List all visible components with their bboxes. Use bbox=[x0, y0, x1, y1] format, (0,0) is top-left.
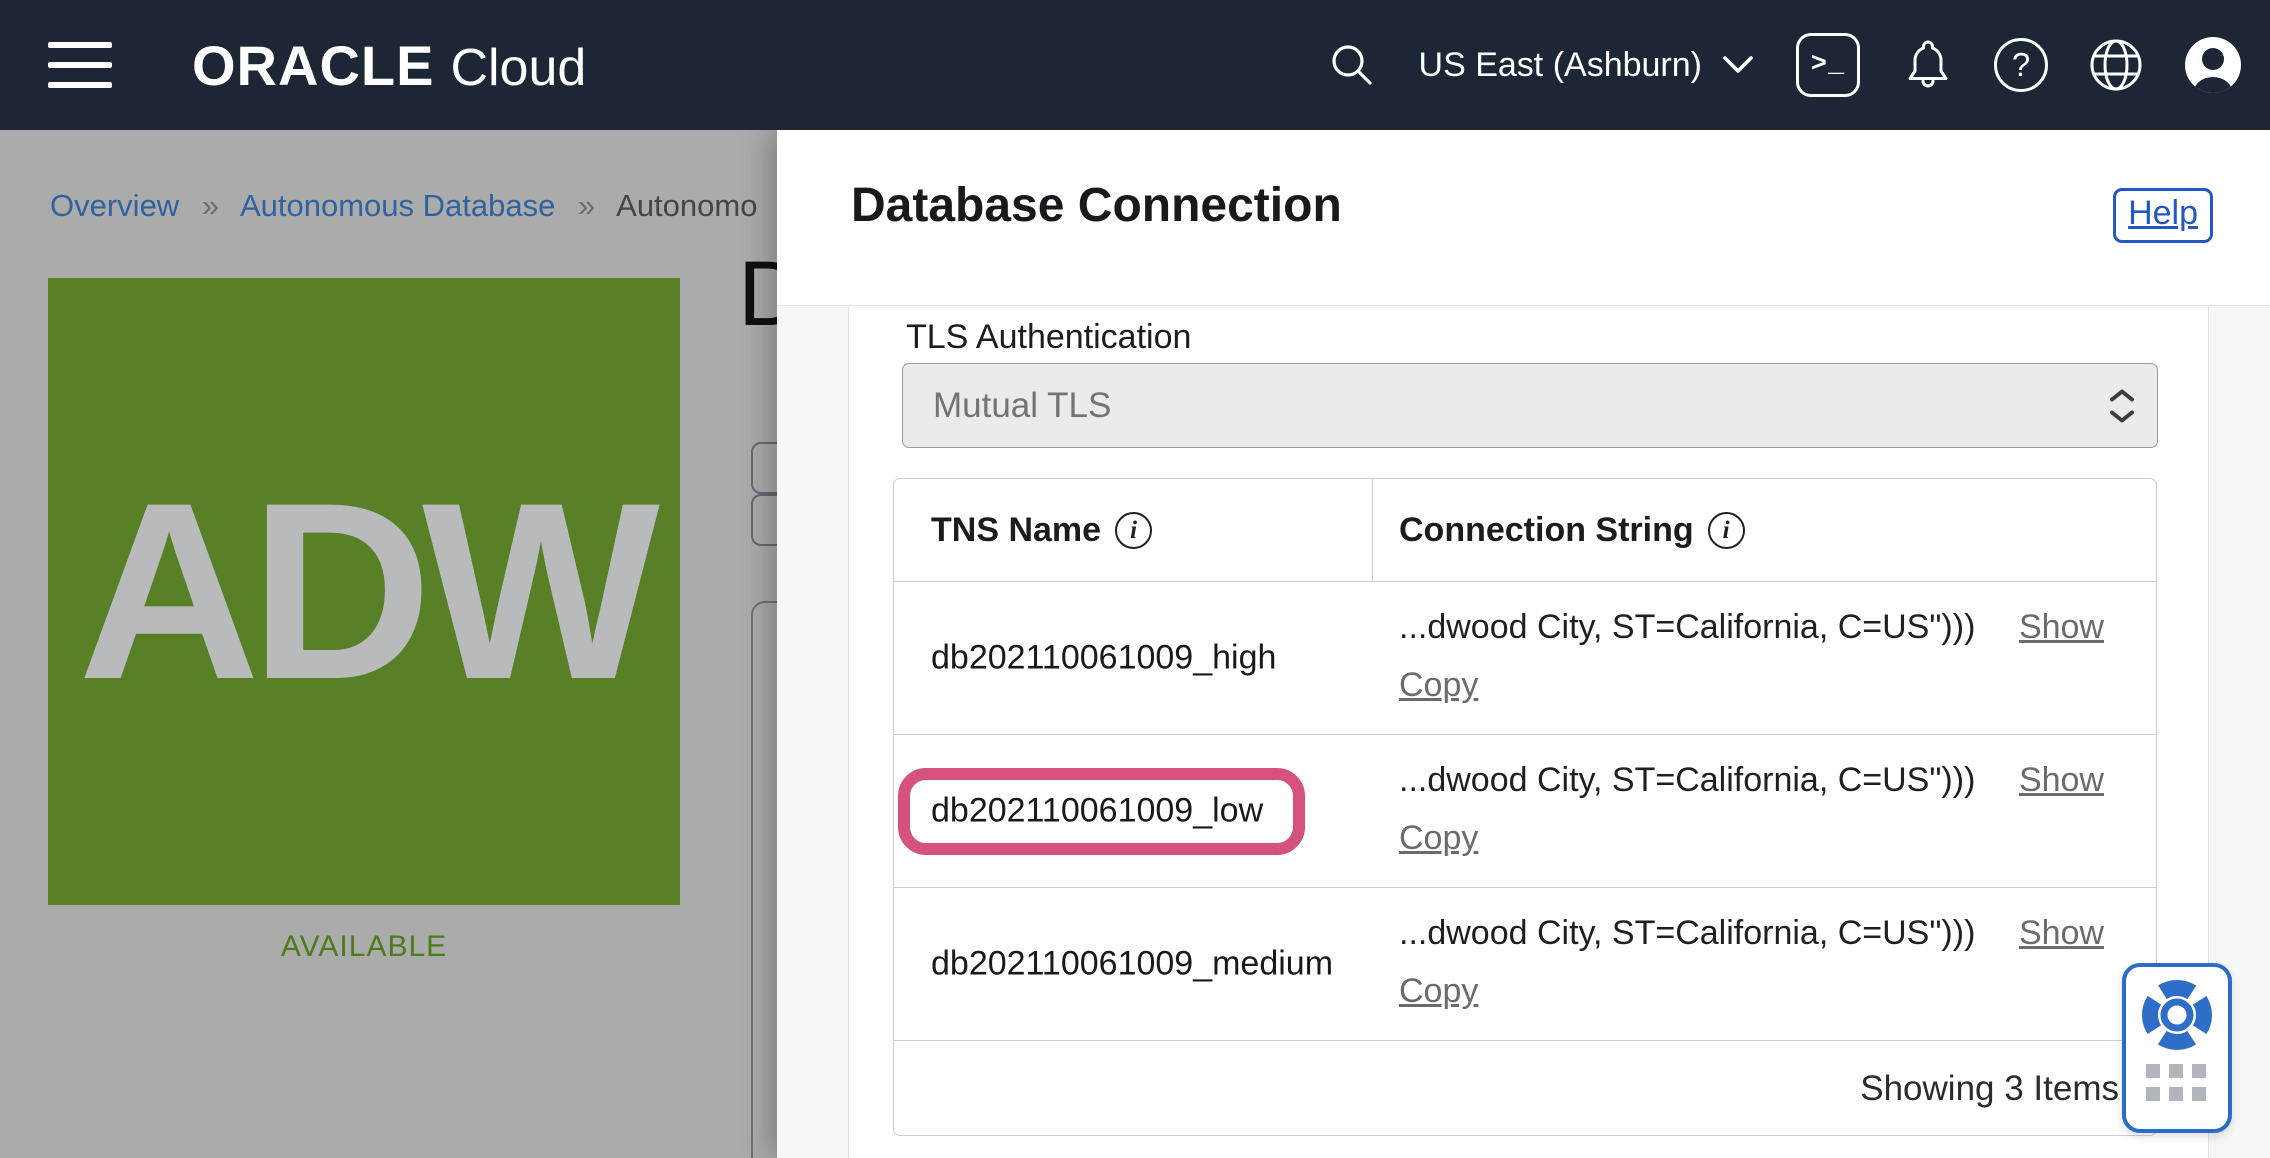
tns-name-value: db202110061009_high bbox=[931, 638, 1277, 677]
item-count: Showing 3 Items bbox=[1860, 1069, 2119, 1108]
region-selector[interactable]: US East (Ashburn) bbox=[1419, 46, 1754, 85]
logo-oracle-text: ORACLE bbox=[192, 33, 435, 97]
info-icon[interactable]: i bbox=[1707, 512, 1745, 549]
show-link[interactable]: Show bbox=[2019, 914, 2104, 953]
table-row: db202110061009_low ...dwood City, ST=Cal… bbox=[894, 735, 2156, 888]
info-icon[interactable]: i bbox=[1115, 512, 1153, 549]
column-header-connection-string: Connection String i bbox=[1399, 479, 1745, 582]
logo-cloud-text: Cloud bbox=[450, 38, 587, 97]
tls-authentication-select[interactable]: Mutual TLS bbox=[902, 363, 2158, 448]
connection-string-cell: ...dwood City, ST=California, C=US"))) S… bbox=[1399, 888, 2104, 1040]
show-link[interactable]: Show bbox=[2019, 761, 2104, 800]
status-badge: AVAILABLE bbox=[280, 930, 448, 963]
copy-link[interactable]: Copy bbox=[1399, 819, 1478, 857]
connection-string-value: ...dwood City, ST=California, C=US"))) bbox=[1399, 761, 1976, 799]
panel-header: Database Connection Help bbox=[777, 130, 2270, 305]
panel-body: TLS Authentication Mutual TLS TNS Name i… bbox=[777, 305, 2270, 1158]
column-divider bbox=[1372, 479, 1373, 582]
search-icon[interactable] bbox=[1329, 42, 1375, 88]
connection-string-value: ...dwood City, ST=California, C=US"))) bbox=[1399, 914, 1976, 952]
breadcrumb-current: Autonomo bbox=[616, 188, 758, 223]
drag-handle-grid-icon bbox=[2146, 1064, 2208, 1101]
table-footer: Showing 3 Items bbox=[894, 1041, 2156, 1137]
adw-database-tile: ADW bbox=[48, 278, 680, 905]
help-link[interactable]: Help bbox=[2113, 188, 2213, 243]
tls-authentication-label: TLS Authentication bbox=[906, 318, 1192, 356]
tns-name-value: db202110061009_medium bbox=[931, 944, 1334, 983]
show-link[interactable]: Show bbox=[2019, 608, 2104, 647]
breadcrumb: Overview » Autonomous Database » Autonom… bbox=[50, 188, 757, 224]
database-connection-panel: Database Connection Help TLS Authenticat… bbox=[777, 130, 2270, 1158]
panel-left-gutter bbox=[777, 306, 849, 1158]
table-header-row: TNS Name i Connection String i bbox=[894, 479, 2156, 582]
column-header-tns-name: TNS Name i bbox=[931, 479, 1153, 582]
cloud-shell-icon[interactable]: >_ bbox=[1796, 33, 1860, 97]
notifications-bell-icon[interactable] bbox=[1902, 37, 1954, 93]
tls-select-value: Mutual TLS bbox=[933, 385, 1112, 425]
connection-string-cell: ...dwood City, ST=California, C=US"))) S… bbox=[1399, 735, 2104, 887]
table-row: db202110061009_medium ...dwood City, ST=… bbox=[894, 888, 2156, 1041]
copy-link[interactable]: Copy bbox=[1399, 972, 1478, 1010]
connection-string-value: ...dwood City, ST=California, C=US"))) bbox=[1399, 608, 1976, 646]
tns-table: TNS Name i Connection String i db2021100… bbox=[893, 478, 2157, 1136]
page-title: Database Connection bbox=[851, 179, 1342, 232]
connection-string-cell: ...dwood City, ST=California, C=US"))) S… bbox=[1399, 582, 2104, 734]
table-row: db202110061009_high ...dwood City, ST=Ca… bbox=[894, 582, 2156, 735]
topbar-actions: US East (Ashburn) >_ ? bbox=[1329, 33, 2242, 97]
breadcrumb-separator: » bbox=[577, 188, 596, 223]
adw-tile-label: ADW bbox=[78, 451, 660, 732]
lifebuoy-icon bbox=[2137, 975, 2217, 1060]
region-label: US East (Ashburn) bbox=[1418, 45, 1702, 84]
oracle-cloud-logo: ORACLE Cloud bbox=[192, 33, 586, 98]
select-spinner-icon bbox=[2109, 388, 2135, 423]
breadcrumb-overview-link[interactable]: Overview bbox=[50, 188, 179, 223]
screen: ORACLE Cloud US East (Ashburn) >_ ? Over… bbox=[0, 0, 2270, 1158]
top-navbar: ORACLE Cloud US East (Ashburn) >_ ? bbox=[0, 0, 2270, 130]
breadcrumb-autonomous-database-link[interactable]: Autonomous Database bbox=[240, 188, 555, 223]
help-question-icon[interactable]: ? bbox=[1994, 38, 2048, 92]
tns-name-value: db202110061009_low bbox=[931, 791, 1264, 830]
copy-link[interactable]: Copy bbox=[1399, 666, 1478, 704]
user-avatar[interactable] bbox=[2184, 36, 2242, 94]
hamburger-menu-icon[interactable] bbox=[48, 42, 114, 88]
support-widget-button[interactable] bbox=[2122, 963, 2232, 1133]
chevron-down-icon bbox=[1722, 55, 1754, 75]
globe-language-icon[interactable] bbox=[2088, 37, 2144, 93]
breadcrumb-separator: » bbox=[201, 188, 220, 223]
